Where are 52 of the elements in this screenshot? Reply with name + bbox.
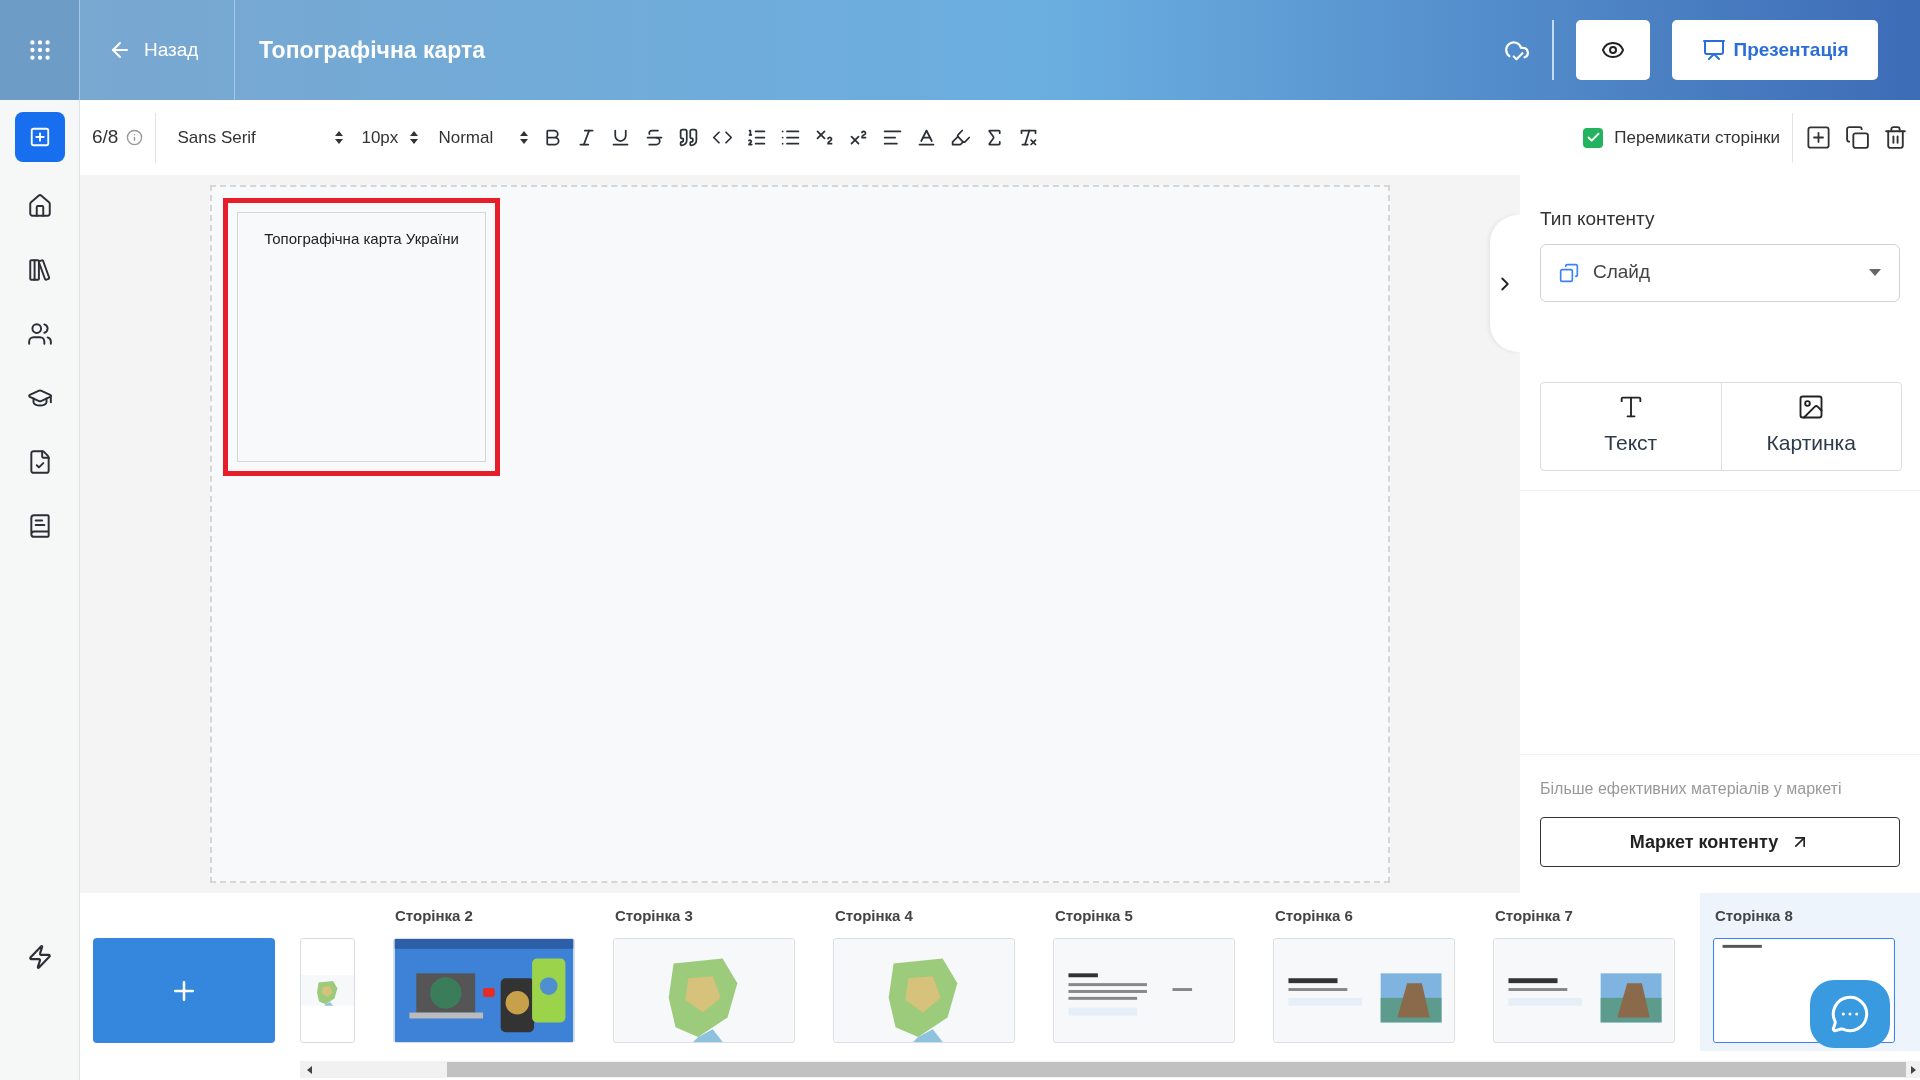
lightning-icon[interactable] [26, 944, 53, 970]
slide-icon [1559, 262, 1579, 283]
sort-icon [520, 131, 529, 144]
dropdown-caret-icon [1869, 269, 1881, 276]
page-label: Сторінка 7 [1494, 906, 1574, 925]
presentation-board-icon [1701, 38, 1726, 62]
numbered-list-icon[interactable] [746, 127, 768, 148]
page-label: Сторінка 3 [614, 906, 694, 925]
page-label: Сторінка 8 [1714, 906, 1794, 925]
chat-bubble-icon [1830, 994, 1870, 1034]
size-select[interactable]: 10px [361, 124, 419, 151]
market-button[interactable]: Маркет контенту [1540, 817, 1900, 867]
page-counter: 6/8 [92, 125, 119, 150]
check-icon [1585, 130, 1601, 145]
page-label: Сторінка 4 [834, 906, 914, 925]
home-icon[interactable] [26, 193, 53, 219]
add-button[interactable] [14, 112, 65, 162]
content-type-select[interactable]: Слайд [1540, 243, 1900, 302]
sort-icon [410, 131, 419, 144]
slide-text: Топографічна карта України [264, 229, 459, 249]
chat-button[interactable] [1810, 980, 1890, 1048]
content-type-label: Тип контенту [1540, 207, 1656, 231]
page-label: Сторінка 6 [1274, 906, 1354, 925]
highlighter-icon[interactable] [950, 127, 972, 148]
page-thumbnail[interactable]: Сторінка 4 [820, 893, 1040, 1051]
plus-square-icon [28, 126, 51, 148]
block-button[interactable]: Текст [1541, 382, 1721, 470]
presentation-button[interactable]: Презентація [1672, 20, 1878, 80]
library-icon[interactable] [26, 257, 53, 283]
duplicate-icon[interactable] [1845, 125, 1870, 150]
users-icon[interactable] [26, 321, 53, 347]
delete-icon[interactable] [1883, 125, 1908, 150]
presentation-title: Топографічна карта [259, 35, 486, 65]
add-page-icon[interactable] [1805, 124, 1832, 151]
text-block[interactable]: Топографічна карта України [223, 198, 500, 476]
quote-icon[interactable] [678, 127, 700, 148]
page-thumbnail[interactable]: Сторінка 6 [1260, 893, 1480, 1051]
block-button[interactable]: Картинка [1720, 382, 1901, 470]
style-select[interactable]: Normal [438, 124, 529, 151]
info-icon[interactable] [126, 129, 144, 146]
page-thumbnail[interactable]: Сторінка 2 [380, 893, 600, 1051]
page-thumbnail[interactable]: Сторінка 3 [600, 893, 820, 1051]
page-thumbnail[interactable]: Сторінка 7 [1480, 893, 1700, 1051]
page-thumbnail[interactable]: Сторінка 5 [1040, 893, 1260, 1051]
preview-button[interactable] [1576, 20, 1650, 80]
font-select[interactable]: Sans Serif [168, 124, 344, 151]
market-hint: Більше ефективних матеріалів у маркеті [1540, 779, 1843, 799]
switch-pages-checkbox[interactable]: Перемикати сторінки [1583, 124, 1780, 151]
scrollbar[interactable] [300, 1061, 1920, 1078]
page-label: Сторінка 2 [394, 906, 474, 925]
page-label: Сторінка 5 [1054, 906, 1134, 925]
sort-icon [335, 131, 344, 144]
